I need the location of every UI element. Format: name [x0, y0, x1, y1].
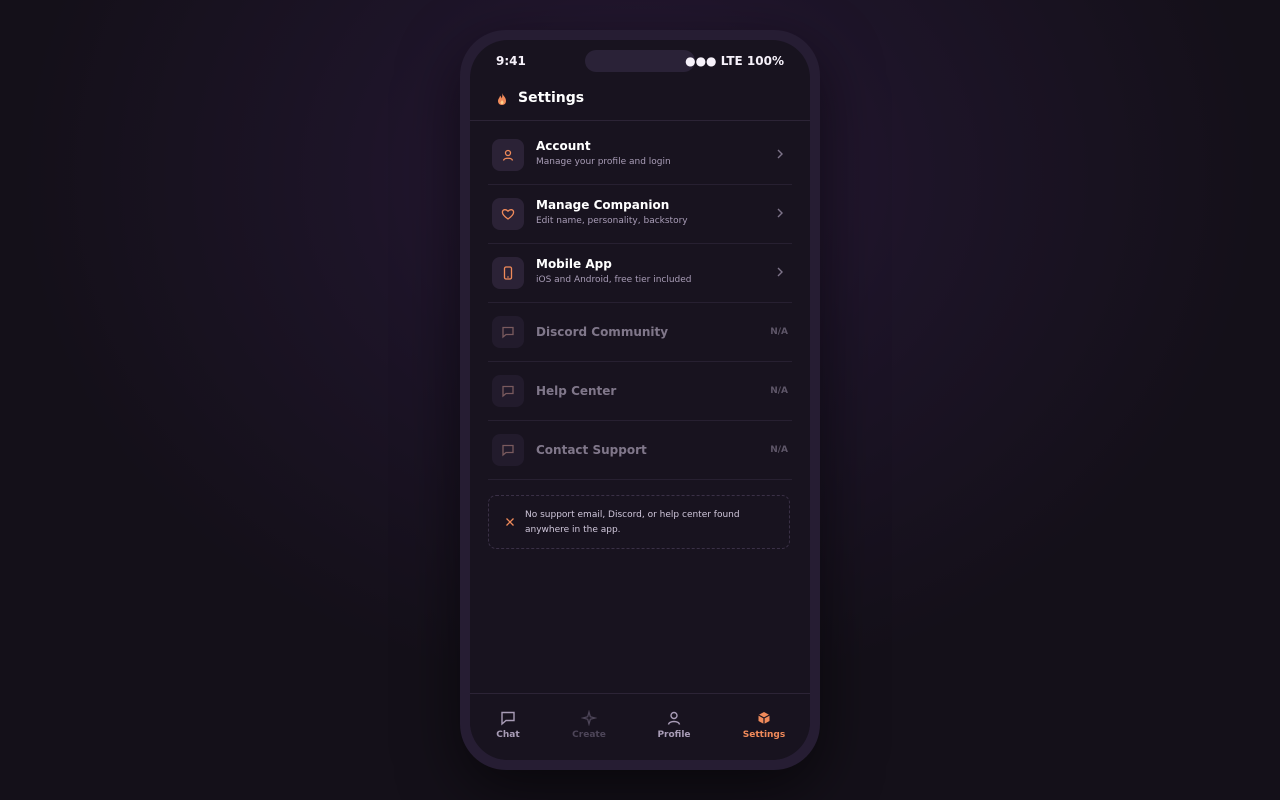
- settings-row-contact-support: Contact Support N/A: [488, 421, 792, 480]
- chat-icon: [501, 711, 515, 726]
- support-notice: No support email, Discord, or help cente…: [488, 495, 790, 549]
- tab-label: Create: [572, 730, 606, 740]
- tab-label: Profile: [657, 730, 691, 740]
- message-square-icon: [492, 434, 524, 466]
- phone-frame: 9:41 ●●● LTE 100% Settings Account Manag…: [460, 30, 820, 770]
- user-icon: [492, 139, 524, 171]
- settings-list: Account Manage your profile and login Ma…: [488, 126, 792, 480]
- tab-chat[interactable]: Chat: [478, 710, 538, 740]
- row-title: Account: [536, 139, 591, 153]
- unavailable-badge: N/A: [770, 327, 788, 337]
- row-subtitle: Edit name, personality, backstory: [536, 216, 688, 226]
- status-bar: 9:41 ●●● LTE 100%: [470, 40, 810, 80]
- row-title: Manage Companion: [536, 198, 670, 212]
- tab-create[interactable]: Create: [559, 710, 619, 740]
- message-square-icon: [492, 375, 524, 407]
- tab-profile[interactable]: Profile: [644, 710, 704, 740]
- settings-row-manage-companion[interactable]: Manage Companion Edit name, personality,…: [488, 185, 792, 244]
- sparkle-icon: [581, 710, 597, 726]
- notice-text: No support email, Discord, or help cente…: [525, 510, 740, 535]
- cube-icon: [758, 712, 770, 724]
- row-title: Mobile App: [536, 257, 612, 271]
- status-indicators: ●●● LTE 100%: [685, 54, 784, 68]
- unavailable-badge: N/A: [770, 445, 788, 455]
- dynamic-island: [585, 50, 695, 72]
- tab-label: Settings: [742, 730, 786, 740]
- settings-row-account[interactable]: Account Manage your profile and login: [488, 126, 792, 185]
- bottom-tab-bar: Chat Create Profile Settings: [470, 693, 810, 760]
- chevron-right-icon: [777, 149, 783, 159]
- row-title: Discord Community: [536, 325, 669, 339]
- settings-row-mobile-app[interactable]: Mobile App iOS and Android, free tier in…: [488, 244, 792, 303]
- chevron-right-icon: [777, 267, 783, 277]
- message-square-icon: [492, 316, 524, 348]
- phone-screen: 9:41 ●●● LTE 100% Settings Account Manag…: [470, 40, 810, 760]
- heart-icon: [492, 198, 524, 230]
- tab-label: Chat: [496, 730, 520, 740]
- settings-row-help-center: Help Center N/A: [488, 362, 792, 421]
- user-icon: [667, 711, 681, 725]
- tab-settings[interactable]: Settings: [734, 710, 794, 740]
- flame-icon: [498, 93, 506, 105]
- app-header: Settings: [470, 80, 810, 121]
- unavailable-badge: N/A: [770, 386, 788, 396]
- page-title: Settings: [518, 90, 585, 106]
- settings-row-discord-community: Discord Community N/A: [488, 303, 792, 362]
- row-subtitle: iOS and Android, free tier included: [536, 275, 692, 285]
- status-time: 9:41: [496, 54, 526, 68]
- x-icon: [506, 518, 514, 526]
- row-subtitle: Manage your profile and login: [536, 157, 671, 167]
- chevron-right-icon: [777, 208, 783, 218]
- row-title: Contact Support: [536, 443, 647, 457]
- smartphone-icon: [492, 257, 524, 289]
- row-title: Help Center: [536, 384, 617, 398]
